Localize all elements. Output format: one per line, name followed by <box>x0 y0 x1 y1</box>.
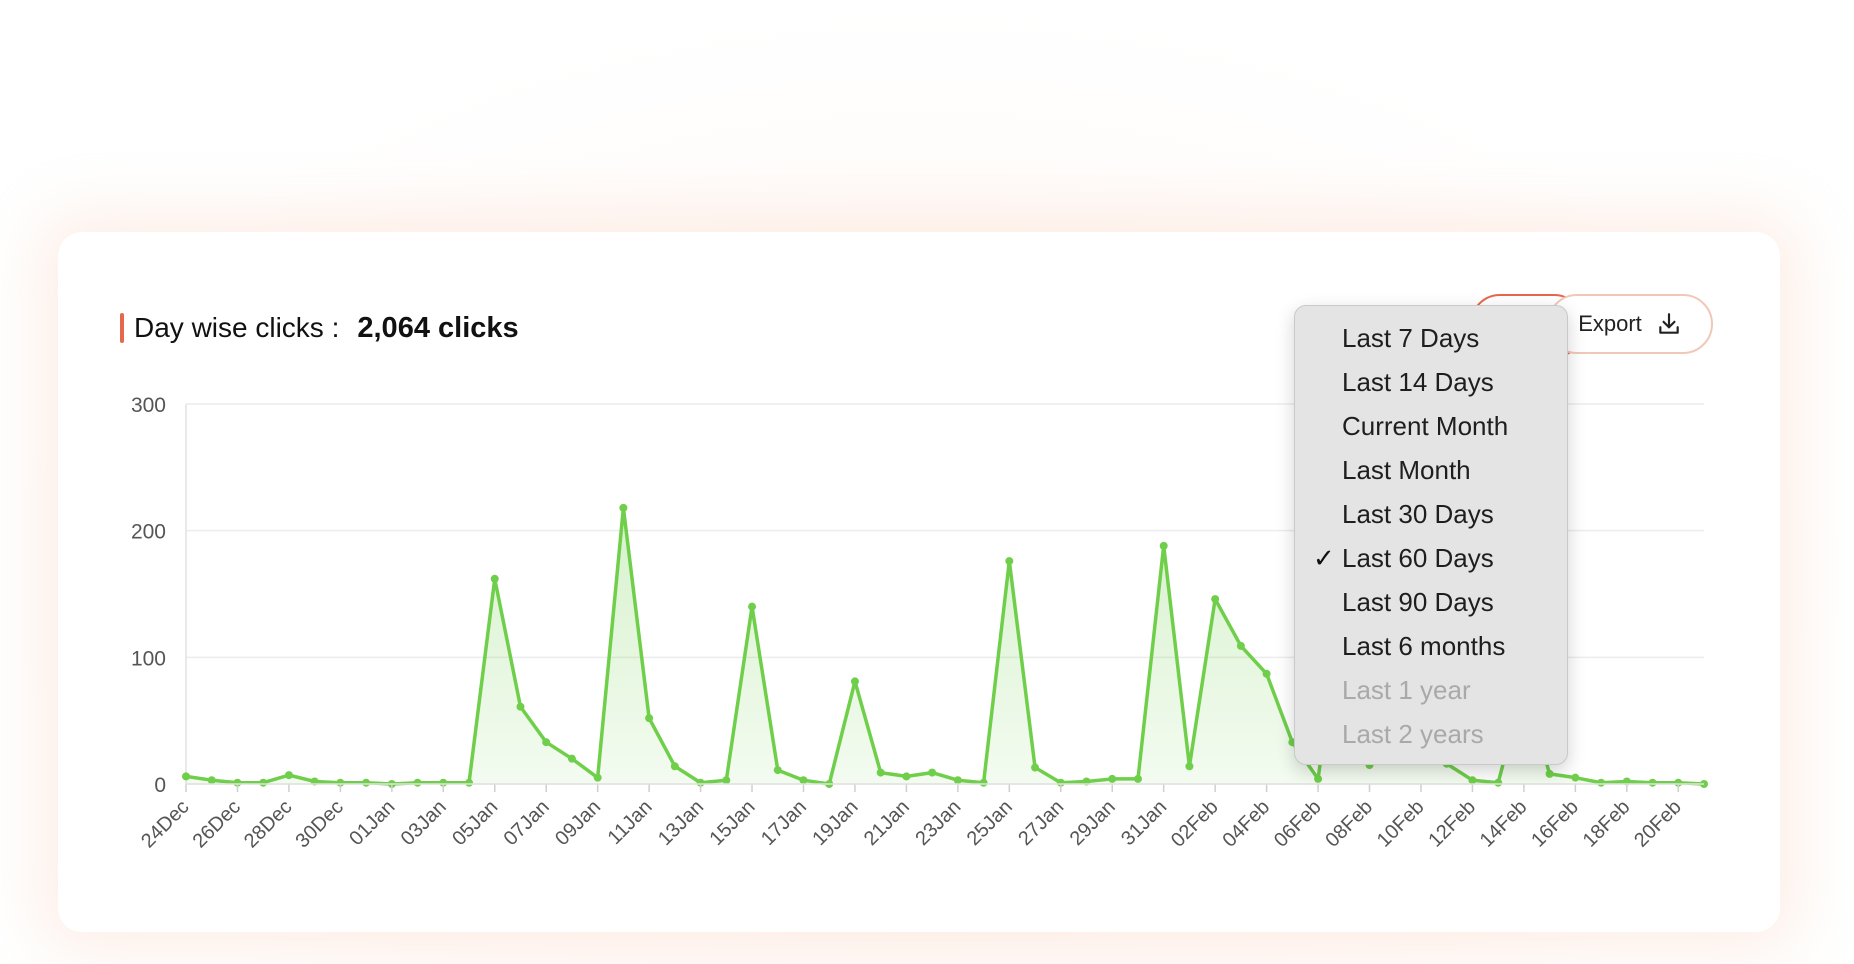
data-point <box>1133 774 1142 783</box>
x-tick-label: 27Jan <box>1014 796 1068 850</box>
y-tick-label: 0 <box>154 774 166 797</box>
data-point <box>362 778 371 787</box>
x-tick-label: 01Jan <box>345 796 399 850</box>
data-point <box>1494 778 1503 787</box>
data-point <box>1314 774 1323 783</box>
y-tick-label: 300 <box>131 394 166 417</box>
dropdown-option[interactable]: ✓ Last 60 Days <box>1295 536 1567 580</box>
x-tick-label: 26Dec <box>189 796 245 852</box>
x-tick-label: 17Jan <box>757 796 811 850</box>
data-point <box>1597 778 1606 787</box>
dropdown-option-label: Last 90 Days <box>1342 587 1494 617</box>
data-point <box>748 602 757 611</box>
dropdown-option: Last 1 year <box>1295 668 1567 712</box>
data-point <box>850 677 859 686</box>
data-point <box>259 778 268 787</box>
x-tick-label: 05Jan <box>448 796 502 850</box>
y-tick-label: 200 <box>131 521 166 544</box>
dropdown-option-label: Last 7 Days <box>1342 323 1480 353</box>
dropdown-option[interactable]: Last Month <box>1295 448 1567 492</box>
date-range-dropdown-menu: Last 7 Days Last 14 Days Current Month Last… <box>1294 305 1568 765</box>
x-tick-label: 23Jan <box>911 796 965 850</box>
x-tick-label: 03Jan <box>397 796 451 850</box>
x-tick-label: 07Jan <box>500 796 554 850</box>
y-tick-label: 100 <box>131 647 166 670</box>
x-tick-label: 11Jan <box>604 796 657 849</box>
x-tick-label: 28Dec <box>240 796 296 852</box>
dropdown-option[interactable]: Last 30 Days <box>1295 492 1567 536</box>
data-point <box>773 766 782 775</box>
dropdown-option[interactable]: Last 7 Days <box>1295 316 1567 360</box>
x-tick-label: 29Jan <box>1066 796 1120 850</box>
day-wise-clicks-card: Day wise clicks : 2,064 clicks Export 01… <box>58 232 1780 932</box>
data-point <box>567 754 576 763</box>
data-point <box>979 778 988 787</box>
data-point <box>1236 641 1245 650</box>
data-point <box>490 574 499 583</box>
dropdown-option[interactable]: Last 6 months <box>1295 624 1567 668</box>
x-tick-label: 31Jan <box>1117 796 1171 850</box>
data-point <box>542 738 551 747</box>
x-tick-label: 09Jan <box>551 796 605 850</box>
dropdown-option-label: Last 30 Days <box>1342 499 1494 529</box>
data-point <box>722 776 731 785</box>
dropdown-option-label: Last 6 months <box>1342 631 1506 661</box>
data-point <box>182 772 190 781</box>
x-tick-label: 08Feb <box>1321 796 1377 852</box>
data-point <box>1545 769 1554 778</box>
data-point <box>799 776 808 785</box>
data-point <box>516 702 525 711</box>
data-point <box>902 772 911 781</box>
dropdown-option[interactable]: Last 14 Days <box>1295 360 1567 404</box>
dropdown-option-label: Last 1 year <box>1342 675 1471 705</box>
x-tick-label: 15Jan <box>705 796 759 850</box>
data-point <box>1185 762 1194 771</box>
data-point <box>645 714 654 723</box>
x-tick-label: 12Feb <box>1424 796 1480 852</box>
x-tick-label: 06Feb <box>1270 796 1326 852</box>
x-tick-label: 14Feb <box>1476 796 1532 852</box>
data-point <box>1211 595 1220 604</box>
data-point <box>207 776 216 785</box>
dropdown-option-label: Last 2 years <box>1342 719 1484 749</box>
data-point <box>413 778 422 787</box>
x-tick-label: 20Feb <box>1630 796 1686 852</box>
x-tick-label: 02Feb <box>1167 796 1223 852</box>
x-tick-label: 10Feb <box>1373 796 1429 852</box>
x-tick-label: 13Jan <box>654 796 708 850</box>
dropdown-option-label: Current Month <box>1342 411 1509 441</box>
data-point <box>670 762 679 771</box>
data-point <box>1108 774 1117 783</box>
data-point <box>619 503 628 512</box>
data-point <box>953 776 962 785</box>
data-point <box>1468 776 1477 785</box>
data-point <box>1648 778 1657 787</box>
x-tick-label: 04Feb <box>1218 796 1274 852</box>
x-tick-label: 25Jan <box>963 796 1017 850</box>
x-tick-label: 18Feb <box>1579 796 1635 852</box>
dropdown-option-label: Last Month <box>1342 455 1471 485</box>
dropdown-option-label: Last 14 Days <box>1342 367 1494 397</box>
data-point <box>1031 763 1040 772</box>
dropdown-option[interactable]: Current Month <box>1295 404 1567 448</box>
x-tick-label: 30Dec <box>291 796 347 852</box>
page: Day wise clicks : 2,064 clicks Export 01… <box>0 0 1854 964</box>
data-point <box>465 778 474 787</box>
data-point <box>1262 669 1271 678</box>
dropdown-option-label: Last 60 Days <box>1342 543 1494 573</box>
data-point <box>1159 541 1168 550</box>
data-point <box>876 768 885 777</box>
dropdown-option: Last 2 years <box>1295 712 1567 756</box>
data-point <box>928 768 937 777</box>
data-point <box>1005 557 1014 566</box>
x-tick-label: 24Dec <box>137 796 193 852</box>
checkmark-icon: ✓ <box>1313 543 1335 573</box>
data-point <box>284 771 293 780</box>
x-tick-label: 16Feb <box>1527 796 1583 852</box>
data-point <box>1571 773 1580 782</box>
data-point <box>593 773 602 782</box>
dropdown-option[interactable]: Last 90 Days <box>1295 580 1567 624</box>
x-tick-label: 21Jan <box>860 796 914 850</box>
x-tick-label: 19Jan <box>808 796 862 850</box>
